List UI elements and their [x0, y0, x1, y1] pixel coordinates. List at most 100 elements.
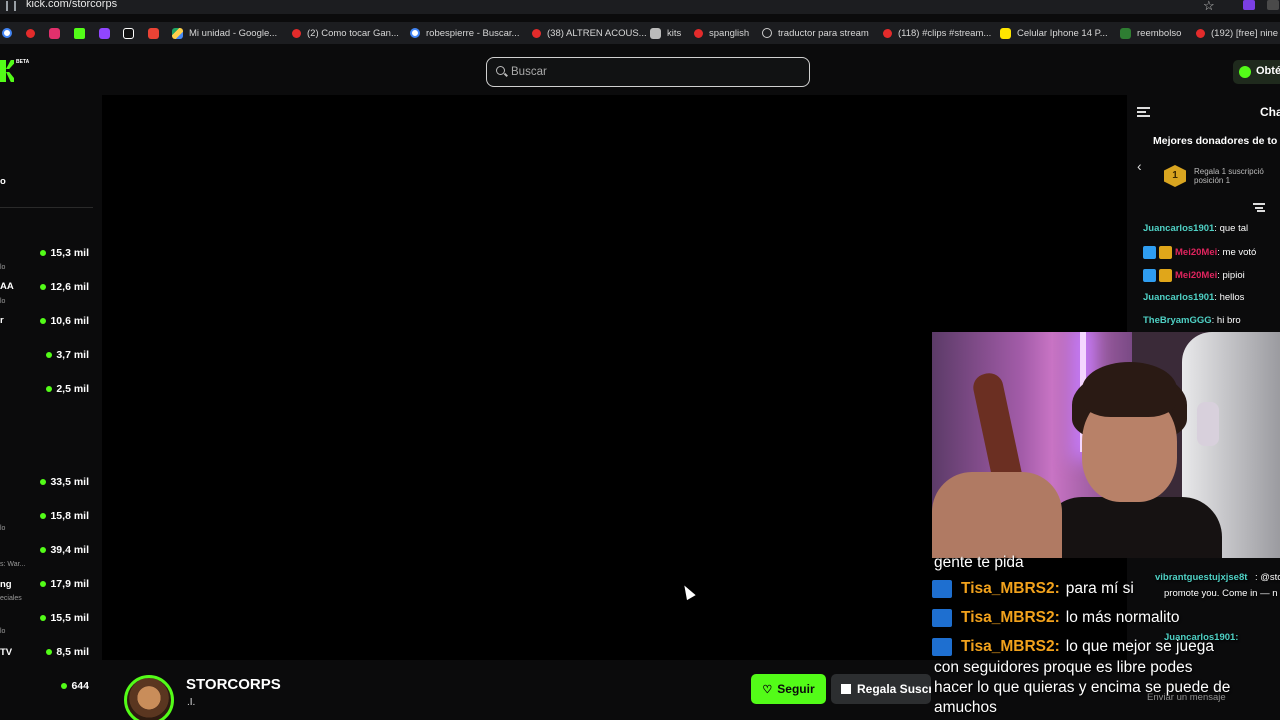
viewer-count[interactable]: 2,5 mil: [46, 383, 89, 395]
s-icon: [1120, 27, 1131, 39]
chat-text: : que tal: [1214, 223, 1249, 234]
chat-username[interactable]: Mei20Mei: [1175, 270, 1217, 281]
channel-avatar[interactable]: [124, 675, 174, 720]
overlay-username: Tisa_MBRS2:: [961, 609, 1060, 626]
sidebar-channel-sub: eciales: [0, 595, 22, 602]
viewer-count[interactable]: 3,7 mil: [46, 349, 89, 361]
drive-icon: [172, 27, 183, 39]
bookmark-youtube-video[interactable]: (2) Como tocar Gan...: [292, 25, 399, 41]
sword-badge-icon: [932, 638, 952, 656]
overlay-message: Tisa_MBRS2: para mí si: [932, 580, 1134, 598]
chat-username[interactable]: Juancarlos1901: [1143, 292, 1214, 303]
bookmark-kits[interactable]: kits: [650, 25, 681, 41]
stream-chat-overlay: vibrantguestujxjse8t : @sto promote you.…: [932, 552, 1280, 720]
sidebar-channel-sub: s: War...: [0, 561, 26, 568]
chat-message[interactable]: Juancarlos1901: hellos: [1143, 292, 1244, 303]
youtube-icon: [1196, 28, 1205, 38]
beta-badge: BETA: [16, 59, 30, 65]
chat-username[interactable]: TheBryamGGG: [1143, 315, 1212, 326]
bookmark-youtube-clips[interactable]: (118) #clips #stream...: [883, 25, 991, 41]
bookmark-google[interactable]: [2, 25, 18, 41]
sidebar-channel-sub: lo: [0, 264, 6, 271]
chat-message[interactable]: Mei20Mei: pipioi: [1143, 269, 1245, 282]
viewer-count[interactable]: 15,5 mil: [40, 612, 89, 624]
viewer-count[interactable]: 15,8 mil: [40, 510, 89, 522]
extension-icon[interactable]: [1243, 0, 1255, 10]
sidebar-channel-name[interactable]: TV: [0, 647, 12, 658]
sidebar-channel-name[interactable]: AA: [0, 281, 14, 292]
bookmark-mercadolibre[interactable]: Celular Iphone 14 P...: [1000, 25, 1108, 41]
filter-icon[interactable]: [1253, 203, 1265, 212]
gift-icon: [841, 684, 851, 694]
sidebar-channel-name[interactable]: ng: [0, 579, 12, 590]
gift-subs-button[interactable]: Regala Suscripciones: [831, 674, 931, 704]
bg-chat-text: : @sto: [1255, 572, 1280, 583]
browser-address-bar[interactable]: kick.com/storcorps ☆: [0, 0, 1280, 14]
chat-message[interactable]: Mei20Mei: me votó: [1143, 246, 1256, 259]
kick-logo[interactable]: [0, 60, 16, 82]
search-input[interactable]: [511, 64, 791, 80]
chevron-left-icon[interactable]: ‹: [1137, 158, 1142, 174]
site-settings-icon[interactable]: [6, 1, 16, 11]
chat-username[interactable]: Juancarlos1901: [1143, 223, 1214, 234]
viewer-count[interactable]: 39,4 mil: [40, 544, 89, 556]
chat-message[interactable]: TheBryamGGG: hi bro: [1143, 315, 1241, 326]
sidebar-channel-name[interactable]: r: [0, 315, 4, 326]
bookmark-tiktok[interactable]: [123, 25, 140, 41]
follow-button[interactable]: ♡ Seguir: [751, 674, 826, 704]
heart-icon: ♡: [762, 683, 773, 696]
chat-username[interactable]: Mei20Mei: [1175, 247, 1217, 258]
folder-icon: [650, 27, 661, 39]
get-kick-button[interactable]: Obté: [1233, 60, 1280, 84]
viewer-count[interactable]: 15,3 mil: [40, 247, 89, 259]
bookmark-spanglish[interactable]: spanglish: [694, 25, 749, 41]
moderator-badge-icon: [1143, 269, 1156, 282]
overlay-message: Tisa_MBRS2: lo que mejor se juega: [932, 638, 1214, 656]
viewer-count[interactable]: 33,5 mil: [40, 476, 89, 488]
youtube-icon: [26, 28, 35, 38]
bookmark-youtube-video[interactable]: (38) ALTREN ACOUS...: [532, 25, 647, 41]
bookmark-gmail[interactable]: [148, 25, 165, 41]
bookmark-twitch[interactable]: [99, 25, 116, 41]
viewer-count[interactable]: 17,9 mil: [40, 578, 89, 590]
channel-name[interactable]: STORCORPS: [186, 676, 281, 693]
twitch-icon: [99, 27, 110, 39]
bookmark-instagram[interactable]: [49, 25, 66, 41]
live-dot-icon: [40, 250, 47, 256]
live-dot-icon: [46, 649, 53, 655]
bookmark-reembolso[interactable]: reembolso: [1120, 25, 1181, 41]
app-root: kick.com/storcorps ☆ Mi unidad - Google.…: [0, 0, 1280, 720]
donor-info: Regala 1 suscripció posición 1: [1194, 167, 1264, 185]
viewer-count[interactable]: 10,6 mil: [40, 315, 89, 327]
bookmark-label: spanglish: [709, 27, 750, 39]
youtube-icon: [532, 28, 541, 38]
stream-title: .I.: [187, 697, 196, 708]
overlay-text: para mí si: [1065, 580, 1134, 597]
bookmark-star-icon[interactable]: ☆: [1203, 0, 1215, 14]
collapse-chat-icon[interactable]: [1137, 107, 1150, 117]
search-bar[interactable]: [486, 57, 810, 87]
bookmark-traductor[interactable]: traductor para stream: [762, 25, 869, 41]
viewer-count[interactable]: 8,5 mil: [46, 646, 89, 658]
bookmark-youtube[interactable]: [26, 25, 41, 41]
chat-message[interactable]: Juancarlos1901: que tal: [1143, 223, 1248, 234]
chat-text: : me votó: [1217, 247, 1257, 258]
live-dot-icon: [40, 547, 47, 553]
bookmark-label: reembolso: [1137, 27, 1182, 39]
bookmark-google-search[interactable]: robespierre - Buscar...: [410, 25, 519, 41]
bg-chat-text: promote you. Come in — n e: [1164, 588, 1280, 599]
extension-icon[interactable]: [1267, 0, 1279, 10]
bookmark-youtube-free[interactable]: (192) [free] nine v: [1196, 25, 1280, 41]
search-icon: [496, 66, 505, 75]
viewer-count[interactable]: 12,6 mil: [40, 281, 89, 293]
bookmark-kick[interactable]: [74, 25, 91, 41]
gmail-icon: [148, 27, 159, 39]
bookmark-label: (2) Como tocar Gan...: [307, 27, 399, 39]
overlay-line: gente te pida: [934, 554, 1024, 571]
viewer-count[interactable]: 644: [61, 680, 89, 692]
rank-badge: 1: [1164, 165, 1186, 187]
overlay-line: con seguidores proque es libre podes: [934, 659, 1193, 676]
url-text[interactable]: kick.com/storcorps: [26, 0, 117, 10]
bookmark-drive[interactable]: Mi unidad - Google...: [172, 25, 277, 41]
bookmark-label: Mi unidad - Google...: [189, 27, 278, 39]
